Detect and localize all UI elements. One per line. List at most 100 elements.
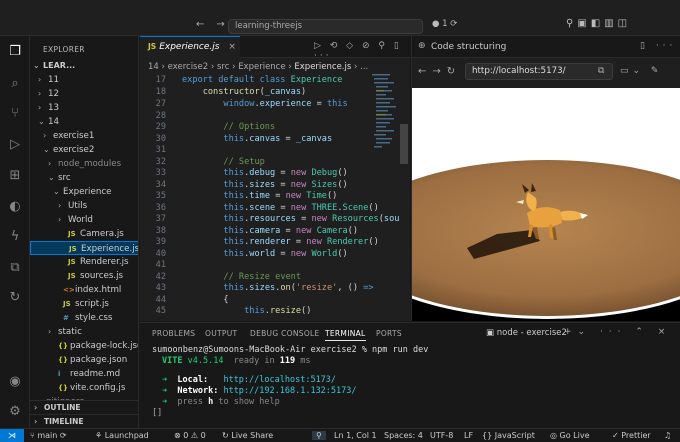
file-item[interactable]: JS script.js (30, 297, 138, 311)
notifications-bell-icon[interactable]: ♫ (664, 431, 671, 440)
breadcrumb-item[interactable]: src (217, 62, 229, 72)
code-line[interactable]: 35 this.time = new Time() (140, 191, 390, 203)
folder-item[interactable]: › node_modules (30, 157, 138, 171)
code-line[interactable]: 32 // Setup (140, 157, 390, 169)
minimap[interactable] (372, 72, 400, 172)
file-item[interactable]: JS sources.js (30, 269, 138, 283)
folder-item[interactable]: ⌄ 14 (30, 115, 138, 129)
folder-item[interactable]: › static (30, 325, 138, 339)
open-external-icon[interactable]: ⧉ (598, 66, 604, 76)
zoom-icon[interactable]: ⚲ (312, 431, 326, 440)
breadcrumb-item[interactable]: Experience (238, 62, 285, 72)
sticky-scroll-line[interactable]: 18 constructor(_canvas) (140, 86, 390, 98)
code-line[interactable]: 42 // Resize event (140, 272, 390, 284)
browser-forward-icon[interactable]: → (432, 66, 446, 77)
file-item[interactable]: JS Experience.js (30, 241, 138, 255)
code-line[interactable]: 28 (140, 111, 390, 123)
network-url-link[interactable]: http://192.168.1.132:5173/ (223, 386, 356, 396)
remote-indicator-icon[interactable]: ⋊ (0, 429, 24, 442)
code-line[interactable]: 36 this.scene = new THREE.Scene() (140, 203, 390, 215)
tab-debug-console[interactable]: DEBUG CONSOLE (250, 329, 320, 338)
forward-arrow-icon[interactable]: → (216, 19, 224, 30)
panel-actions[interactable]: +⌄ ··· ⌃ × (564, 327, 671, 337)
code-line[interactable]: 34 this.sizes = new Sizes() (140, 180, 390, 192)
file-item[interactable]: {}package-lock.json (30, 339, 138, 353)
code-line[interactable]: 27 window.experience = this (140, 99, 390, 111)
folder-item[interactable]: › Utils (30, 199, 138, 213)
folder-item[interactable]: › World (30, 213, 138, 227)
breadcrumb-item[interactable]: Experience.js (294, 62, 351, 72)
folder-item[interactable]: › 13 (30, 101, 138, 115)
code-line[interactable]: 31 (140, 145, 390, 157)
editor-actions[interactable]: ▷ ⟲ ◇ ⊘ ⚲ ▯ ··· (314, 41, 410, 61)
launchpad-item[interactable]: ⚘ Launchpad (95, 431, 149, 440)
thunder-icon[interactable]: ϟ (7, 229, 23, 245)
code-line[interactable]: 29 // Options (140, 122, 390, 134)
code-line[interactable]: 37 this.resources = new Resources(sou (140, 214, 400, 226)
account-icon[interactable]: ◉ (7, 374, 23, 390)
problems-indicator[interactable]: ⊗ 0 ⚠ 0 (174, 431, 206, 440)
code-line[interactable]: 39 this.renderer = new Renderer() (140, 237, 390, 249)
threejs-canvas[interactable] (412, 88, 680, 321)
file-item[interactable]: # style.css (30, 311, 138, 325)
remote-explorer-icon[interactable]: ◐ (7, 199, 23, 215)
folder-item[interactable]: › 11 (30, 73, 138, 87)
git-indicator[interactable]: ● 1 ⟳ (432, 19, 457, 29)
code-line[interactable]: 45 this.resize() (140, 306, 390, 318)
code-line[interactable]: 44 { (140, 295, 390, 307)
command-center-search[interactable]: learning-threejs (228, 19, 423, 34)
indentation[interactable]: Spaces: 4 (384, 431, 423, 440)
sync-icon[interactable]: ⟳ (60, 431, 67, 440)
code-line[interactable]: 33 this.debug = new Debug() (140, 168, 390, 180)
tab-ports[interactable]: PORTS (376, 329, 402, 338)
prettier-item[interactable]: ✓ Prettier (612, 431, 651, 440)
encoding[interactable]: UTF-8 (430, 431, 453, 440)
source-control-icon[interactable]: ⑂ (7, 106, 23, 122)
code-line[interactable]: 43 this.sizes.on('resize', () => (140, 283, 390, 295)
code-line[interactable]: 38 this.camera = new Camera() (140, 226, 390, 238)
file-item[interactable]: <>index.html (30, 283, 138, 297)
breadcrumb[interactable]: 14 › exercise2 › src › Experience › Expe… (148, 62, 368, 72)
file-item[interactable]: {} package.json (30, 353, 138, 367)
layout-controls[interactable]: ⚲▣◧▥◫ (566, 18, 631, 29)
breadcrumb-item[interactable]: 14 (148, 62, 159, 72)
folder-item[interactable]: ⌄ src (30, 171, 138, 185)
run-debug-icon[interactable]: ▷ (7, 137, 23, 153)
browser-tab-title[interactable]: Code structuring (431, 42, 506, 52)
terminal-selector[interactable]: ▣ node - exercise2 (486, 328, 567, 338)
sticky-scroll-line[interactable]: 17 export default class Experience (140, 75, 390, 87)
tab-experience-js[interactable]: JS Experience.js × (140, 36, 240, 58)
cursor-position[interactable]: Ln 1, Col 1 (334, 431, 377, 440)
go-live-button[interactable]: ◎ Go Live (550, 431, 590, 440)
branch-indicator[interactable]: ⑂ main ⟳ (30, 431, 67, 440)
search-icon[interactable]: ⌕ (7, 76, 23, 92)
url-bar[interactable]: http://localhost:5173/ (465, 63, 613, 80)
local-url-link[interactable]: http://localhost:5173/ (223, 375, 336, 385)
timeline-section[interactable]: › TIMELINE (30, 414, 138, 428)
browser-back-icon[interactable]: ← (418, 66, 432, 77)
folder-item[interactable]: › 12 (30, 87, 138, 101)
tab-problems[interactable]: PROBLEMS (152, 329, 195, 338)
close-tab-icon[interactable]: × (228, 42, 236, 52)
folder-item[interactable]: ⌄ Experience (30, 185, 138, 199)
live-share-icon[interactable]: ↻ (7, 290, 23, 306)
code-line[interactable]: 41 (140, 260, 390, 272)
folder-item[interactable]: ⌄ exercise2 (30, 143, 138, 157)
language-mode[interactable]: {} JavaScript (482, 431, 535, 440)
file-item[interactable]: i readme.md (30, 367, 138, 381)
editor-scrollbar[interactable] (400, 124, 408, 164)
extensions-icon[interactable]: ⊞ (7, 168, 23, 184)
containers-icon[interactable]: ⧉ (7, 260, 23, 276)
breadcrumb-item[interactable]: exercise2 (168, 62, 209, 72)
code-line[interactable]: 40 this.world = new World() (140, 249, 390, 261)
line-ending[interactable]: LF (464, 431, 473, 440)
code-line[interactable]: 30 this.canvas = _canvas (140, 134, 390, 146)
browser-tools[interactable]: ▭⌄ ✎ (620, 66, 662, 76)
file-item[interactable]: {} vite.config.js (30, 381, 138, 395)
back-arrow-icon[interactable]: ← (196, 19, 204, 30)
browser-reload-icon[interactable]: ↻ (447, 66, 461, 77)
browser-tab-actions[interactable]: ▯ ··· (640, 41, 676, 51)
live-share-item[interactable]: ↻ Live Share (222, 431, 273, 440)
file-item[interactable]: JS Camera.js (30, 227, 138, 241)
outline-section[interactable]: › OUTLINE (30, 400, 138, 414)
